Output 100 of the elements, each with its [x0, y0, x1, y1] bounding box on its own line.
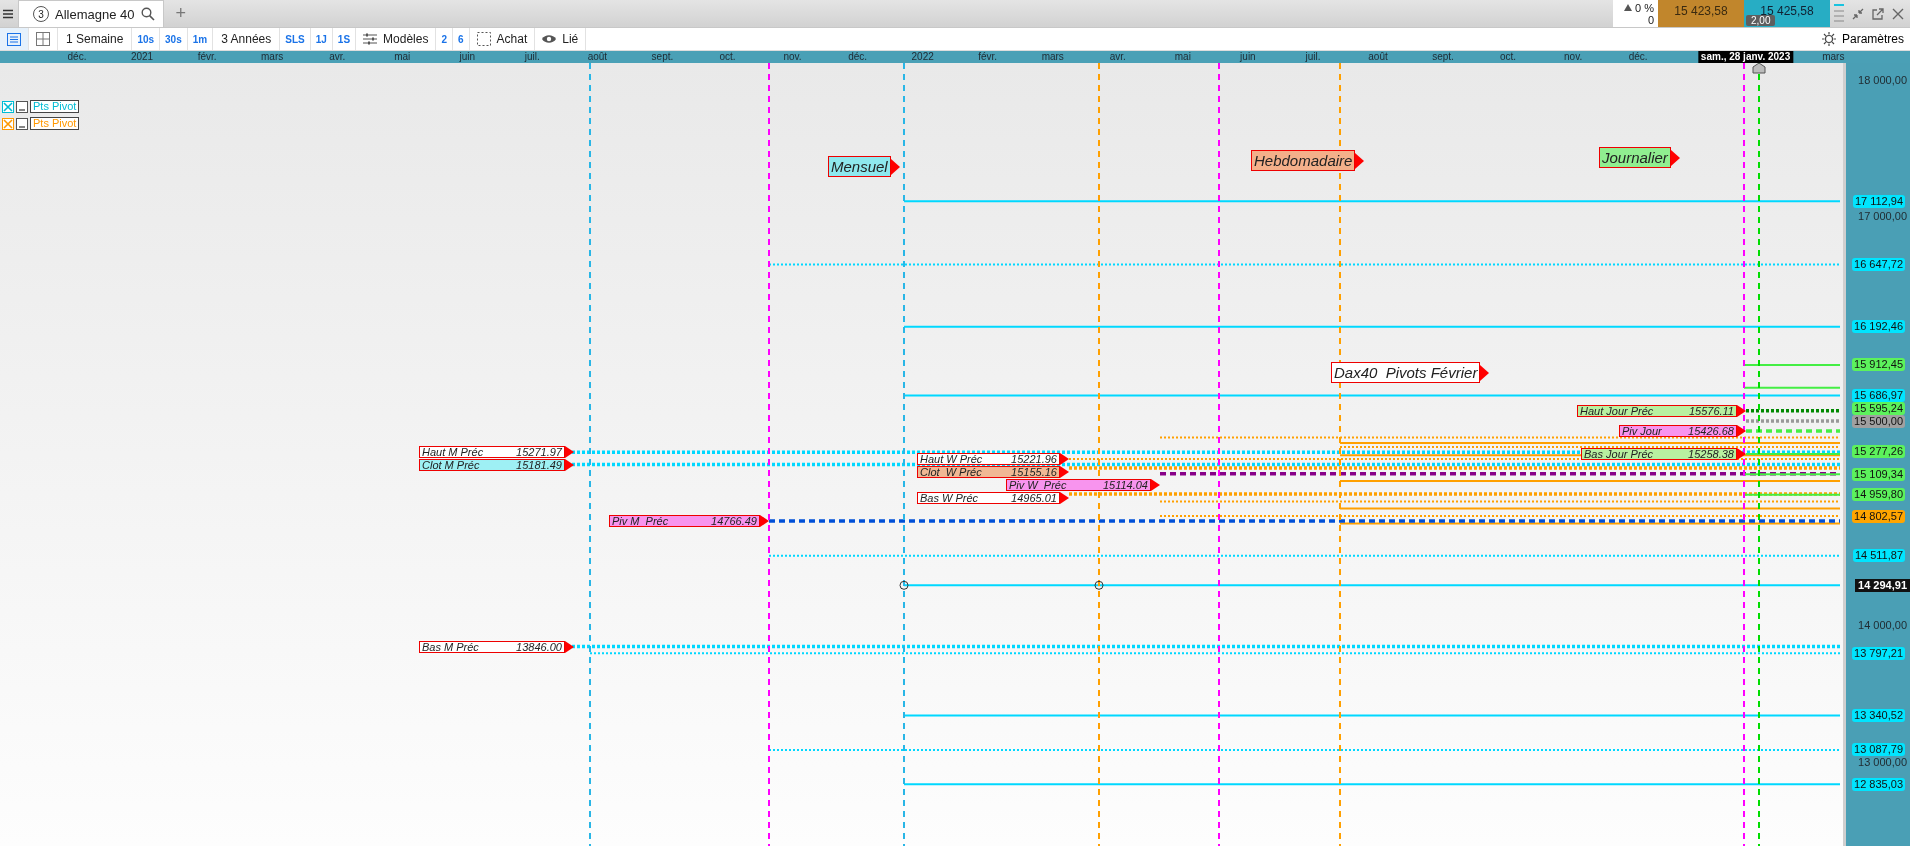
- level-name: Piv W Préc: [1009, 478, 1067, 491]
- month-label: mars: [1822, 51, 1845, 63]
- month-label: août: [587, 51, 608, 63]
- price-level-tag: 14 959,80: [1852, 488, 1905, 502]
- pointer-icon: [1670, 149, 1680, 166]
- year-label: 2021: [130, 51, 154, 63]
- last-price-tag: 14 294,91: [1855, 578, 1910, 592]
- level-name: Bas M Préc: [422, 640, 479, 653]
- annotation-label: Journalier: [1599, 147, 1671, 168]
- pointer-icon: [1060, 452, 1069, 465]
- price-scale-label: 18 000,00: [1858, 73, 1907, 87]
- level-value: 15576.11: [1688, 404, 1734, 417]
- pointer-icon: [1737, 404, 1746, 417]
- pointer-icon: [1737, 425, 1746, 438]
- level-name: Haut M Préc: [422, 446, 484, 459]
- up-triangle-icon: [1624, 4, 1633, 11]
- month-label: juil.: [524, 51, 540, 63]
- month-label: oct.: [1500, 51, 1517, 63]
- price-level-tag: 16 647,72: [1852, 258, 1905, 272]
- month-label: mai: [1174, 51, 1191, 63]
- search-icon[interactable]: [140, 7, 155, 21]
- level-value: 15114.04: [1102, 478, 1148, 491]
- pointer-icon: [565, 446, 574, 459]
- close-icon[interactable]: [1892, 7, 1904, 20]
- pointer-icon: [1355, 152, 1365, 169]
- month-label: nov.: [1564, 51, 1583, 63]
- month-label: déc.: [1628, 51, 1648, 63]
- list-view-icon[interactable]: [0, 28, 29, 50]
- chart-tab[interactable]: 3 Allemagne 40: [18, 0, 164, 27]
- level-name: Bas Jour Préc: [1584, 448, 1654, 460]
- month-label: avr.: [329, 51, 346, 63]
- pointer-icon: [565, 640, 574, 653]
- shrink-icon[interactable]: [1852, 7, 1864, 20]
- level-value: 15155.16: [1011, 465, 1057, 478]
- pointer-icon: [890, 158, 900, 175]
- indicator-label[interactable]: Pts Pivot: [30, 100, 80, 113]
- price-level-tag: 14 511,87: [1852, 549, 1905, 563]
- level-value: 15271.97: [516, 446, 562, 459]
- tab-label: Allemagne 40: [55, 6, 135, 22]
- spread-badge: 2,00: [1746, 15, 1776, 26]
- level-value: 14766.49: [711, 515, 757, 528]
- month-label: févr.: [978, 51, 998, 63]
- month-label: juin: [1240, 51, 1256, 63]
- price-level-tag: 13 797,21: [1852, 646, 1905, 660]
- pointer-icon: [1151, 478, 1160, 491]
- month-label: mai: [394, 51, 411, 63]
- minimize-icon[interactable]: [16, 117, 28, 130]
- settings-icon: [1821, 32, 1836, 46]
- price-level-tag: 17 112,94: [1852, 194, 1905, 208]
- sell-price-button[interactable]: 15 423,58: [1658, 0, 1744, 27]
- price-level-tag: 15 277,26: [1852, 444, 1905, 458]
- level-name: Bas W Préc: [920, 491, 979, 504]
- price-scale-label: 14 000,00: [1858, 619, 1907, 633]
- month-label: avr.: [1109, 51, 1126, 63]
- pointer-icon: [1480, 364, 1490, 381]
- price-level-tag: 13 340,52: [1852, 708, 1905, 722]
- year-label: 2022: [911, 51, 934, 63]
- price-level-tag: 16 192,46: [1852, 320, 1905, 334]
- level-value: 14965.01: [1011, 491, 1057, 504]
- month-label: juil.: [1305, 51, 1321, 63]
- change-percent: 0 %: [1635, 1, 1654, 14]
- level-value: 15426.68: [1688, 425, 1734, 438]
- minimize-icon[interactable]: [16, 100, 28, 113]
- month-label: août: [1368, 51, 1388, 63]
- price-level-tag: 14 802,57: [1852, 509, 1905, 523]
- price-level-tag: 12 835,03: [1852, 777, 1905, 791]
- price-level-tag: 15 595,24: [1852, 402, 1905, 416]
- change-value: 0: [1647, 13, 1654, 26]
- annotation-label: Hebdomadaire: [1251, 150, 1356, 171]
- cursor-date-label: sam., 28 janv. 2023: [1697, 51, 1794, 63]
- price-scale-label: 13 000,00: [1858, 756, 1907, 770]
- month-label: sept.: [1432, 51, 1454, 63]
- month-label: déc.: [67, 51, 87, 63]
- annotation-label: Mensuel: [828, 156, 891, 177]
- sliders-icon: [363, 32, 378, 46]
- level-name: Haut Jour Préc: [1580, 404, 1654, 417]
- level-name: Haut W Préc: [920, 452, 983, 465]
- new-tab-button[interactable]: +: [163, 0, 198, 27]
- level-name: Piv Jour: [1622, 425, 1662, 438]
- month-label: déc.: [848, 51, 868, 63]
- month-label: mars: [1041, 51, 1064, 63]
- price-level-tag: 15 500,00: [1852, 415, 1905, 429]
- level-value: 15258.38: [1688, 448, 1734, 460]
- level-value: 13846.00: [516, 640, 562, 653]
- price-level-tag: 15 109,34: [1852, 467, 1905, 481]
- month-label: nov.: [783, 51, 802, 63]
- price-level-tag: 15 686,97: [1852, 389, 1905, 403]
- popout-icon[interactable]: [1872, 7, 1884, 20]
- level-name: Clot W Préc: [920, 465, 982, 478]
- level-name: Clot M Préc: [422, 459, 480, 472]
- level-value: 15181.49: [516, 459, 562, 472]
- pointer-icon: [1060, 491, 1069, 504]
- month-label: févr.: [197, 51, 217, 63]
- level-name: Piv M Préc: [612, 515, 669, 528]
- pointer-icon: [565, 459, 574, 472]
- pointer-icon: [760, 515, 769, 528]
- pointer-icon: [1060, 465, 1069, 478]
- price-scale-label: 17 000,00: [1858, 210, 1907, 224]
- price-level-tag: 13 087,79: [1852, 743, 1905, 757]
- annotation-label: Dax40 Pivots Février: [1331, 362, 1481, 383]
